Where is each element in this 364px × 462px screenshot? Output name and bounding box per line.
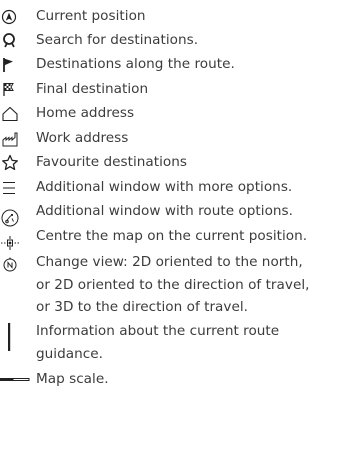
checkered-flag-icon (0, 80, 20, 100)
legend-label: Search for destinations. (36, 32, 199, 48)
legend-label: Change view: 2D oriented to the north, o… (36, 254, 310, 315)
legend-label: Map scale. (36, 371, 109, 387)
route-guidance-bar-icon (0, 323, 20, 363)
map-scale-icon (0, 370, 30, 390)
legend-label: Favourite destinations (36, 154, 187, 170)
legend-label: Centre the map on the current position. (36, 228, 308, 244)
legend-label: Work address (36, 130, 129, 146)
flag-icon (0, 55, 20, 75)
legend-label: Destinations along the route. (36, 56, 235, 72)
route-options-icon (0, 208, 20, 228)
home-icon (0, 104, 20, 124)
compass-north-icon (0, 255, 20, 275)
legend-label: Additional window with more options. (36, 179, 293, 195)
work-icon (0, 129, 20, 149)
legend-label: Final destination (36, 81, 149, 97)
legend-label: Current position (36, 8, 146, 24)
map-symbols-legend: Current position Search for destinations… (0, 0, 364, 462)
search-icon (0, 31, 20, 51)
centre-map-icon (0, 233, 20, 253)
legend-label: Home address (36, 105, 135, 121)
menu-icon (0, 178, 20, 198)
legend-label: Additional window with route options. (36, 203, 293, 219)
star-icon (0, 153, 20, 173)
legend-label: Information about the current route guid… (36, 323, 280, 362)
current-position-icon (0, 7, 20, 27)
